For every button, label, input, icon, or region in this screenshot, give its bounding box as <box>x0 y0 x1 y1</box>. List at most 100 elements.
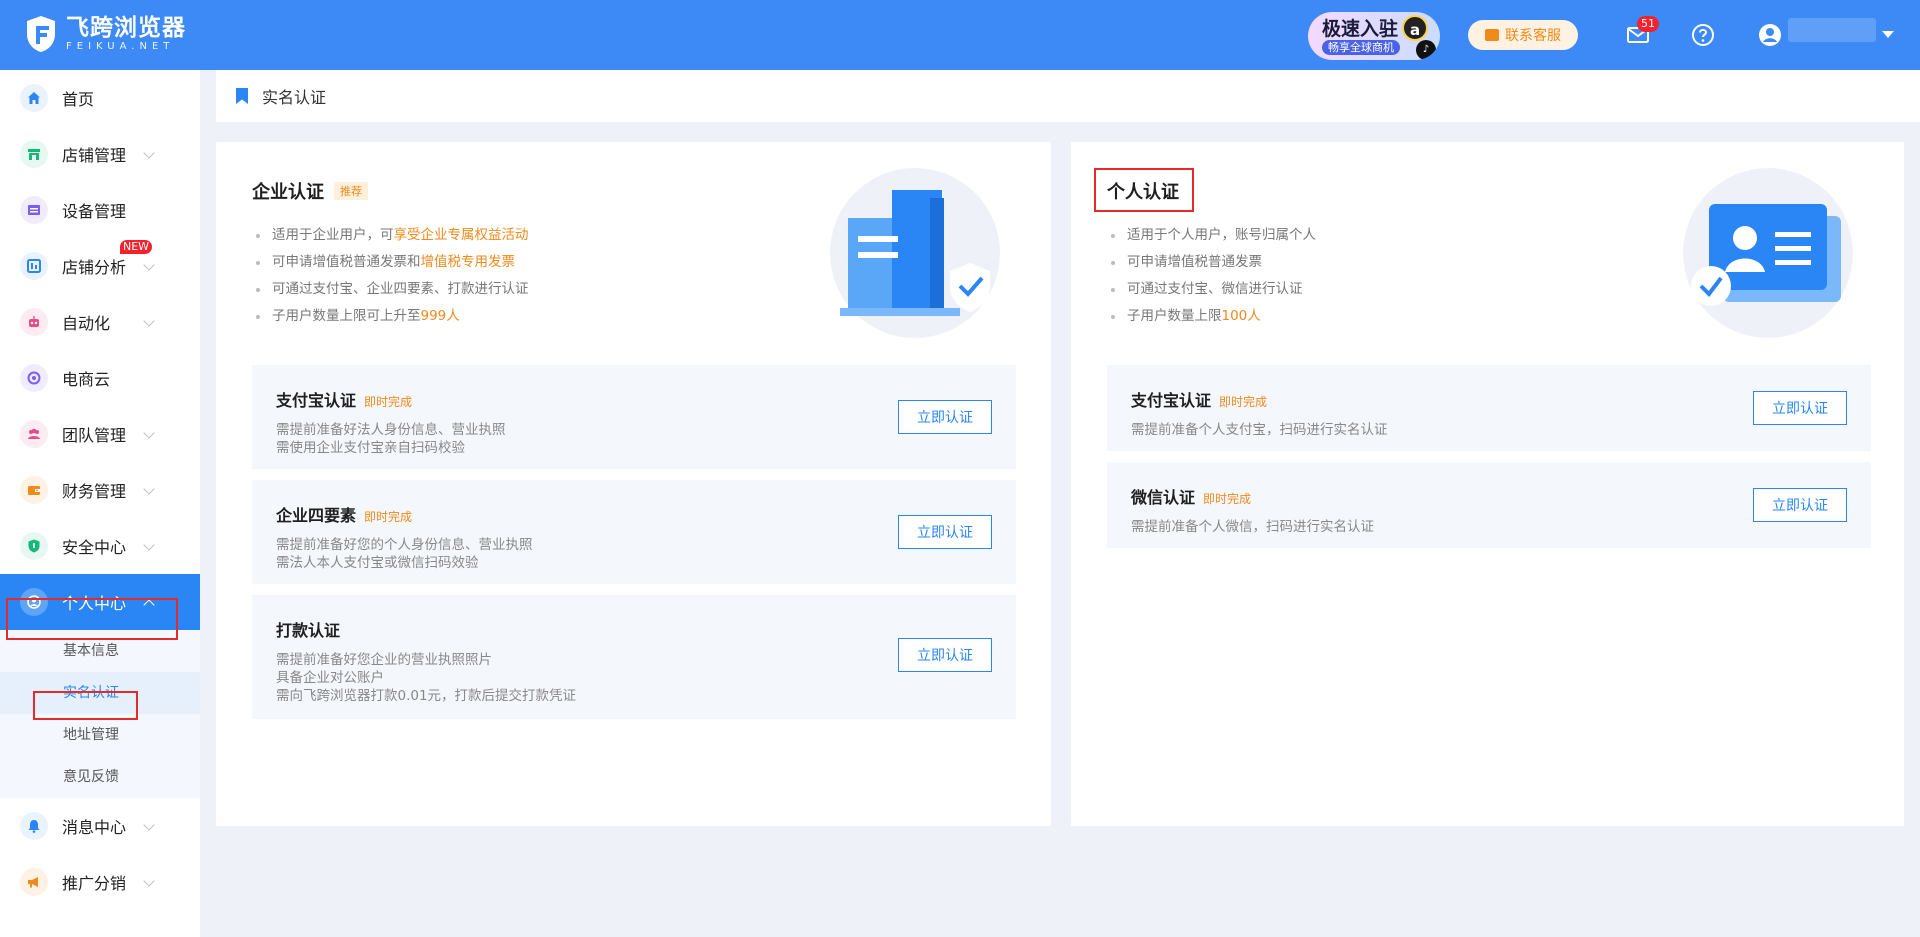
sidebar-item-finance[interactable]: 财务管理 <box>0 462 200 518</box>
method-title: 打款认证 <box>276 621 341 640</box>
sidebar-item-automation[interactable]: 自动化 <box>0 294 200 350</box>
sidebar-item-security[interactable]: 安全中心 <box>0 518 200 574</box>
robot-icon <box>20 308 48 336</box>
breadcrumb: 实名认证 <box>216 70 1920 122</box>
submenu-item-address[interactable]: 地址管理 <box>0 714 200 756</box>
sidebar-item-label: 财务管理 <box>62 482 127 501</box>
list-item: 适用于企业用户，可享受企业专属权益活动 <box>252 222 529 249</box>
enterprise-benefits-list: 适用于企业用户，可享受企业专属权益活动 可申请增值税普通发票和增值税专用发票 可… <box>252 222 529 330</box>
logo-shield-icon <box>24 14 58 54</box>
chevron-down-icon <box>143 875 155 887</box>
chevron-down-icon <box>143 819 155 831</box>
team-icon <box>20 420 48 448</box>
verify-now-button[interactable]: 立即认证 <box>1753 488 1847 522</box>
verify-now-button[interactable]: 立即认证 <box>1753 391 1847 425</box>
sidebar-item-home[interactable]: 首页 <box>0 70 200 126</box>
personal-title: 个人认证 <box>1107 178 1179 204</box>
megaphone-icon <box>20 868 48 896</box>
amazon-icon: a <box>1402 15 1428 41</box>
personal-verification-card: 个人认证 适用于个人用户，账号归属个人 可申请增值税普通发票 可通过支付宝、微信… <box>1071 142 1904 826</box>
sidebar-item-ecommerce-cloud[interactable]: 电商云 <box>0 350 200 406</box>
method-desc-line: 具备企业对公账户 <box>276 670 384 686</box>
submenu-item-basic-info[interactable]: 基本信息 <box>0 630 200 672</box>
method-desc-line: 需提前准备个人支付宝，扫码进行实名认证 <box>1131 422 1388 438</box>
list-item: 子用户数量上限可上升至999人 <box>252 303 529 330</box>
logo-subtitle: FEIKUA.NET <box>66 41 175 52</box>
sidebar-item-team[interactable]: 团队管理 <box>0 406 200 462</box>
promo-banner[interactable]: 极速入驻 畅享全球商机 a ♪ <box>1308 12 1440 60</box>
sidebar-item-store[interactable]: 店铺管理 <box>0 126 200 182</box>
list-item: 适用于个人用户，账号归属个人 <box>1107 222 1316 249</box>
sidebar-item-analytics[interactable]: 店铺分析 NEW <box>0 238 200 294</box>
list-item: 可申请增值税普通发票和增值税专用发票 <box>252 249 529 276</box>
verify-now-button[interactable]: 立即认证 <box>898 400 992 434</box>
submenu-item-real-name[interactable]: 实名认证 <box>0 672 200 714</box>
contact-service-label: 联系客服 <box>1505 28 1561 44</box>
sidebar-item-label: 推广分销 <box>62 874 127 893</box>
chevron-down-icon <box>143 427 155 439</box>
new-badge: NEW <box>120 240 153 254</box>
verify-now-button[interactable]: 立即认证 <box>898 515 992 549</box>
page-title: 实名认证 <box>262 88 327 107</box>
method-desc-line: 需提前准备好您企业的营业执照照片 <box>276 652 492 668</box>
sidebar-item-label: 团队管理 <box>62 426 127 445</box>
method-desc-line: 需法人本人支付宝或微信扫码效验 <box>276 555 479 571</box>
instant-tag: 即时完成 <box>364 510 413 524</box>
list-item: 可通过支付宝、企业四要素、打款进行认证 <box>252 276 529 303</box>
instant-tag: 即时完成 <box>364 395 413 409</box>
verify-now-button[interactable]: 立即认证 <box>898 638 992 672</box>
chevron-down-icon <box>143 539 155 551</box>
shield-icon <box>20 532 48 560</box>
instant-tag: 即时完成 <box>1203 492 1252 506</box>
method-title: 支付宝认证 <box>1131 391 1212 410</box>
user-avatar-icon[interactable] <box>1757 22 1783 48</box>
personal-benefits-list: 适用于个人用户，账号归属个人 可申请增值税普通发票 可通过支付宝、微信进行认证 … <box>1107 222 1316 330</box>
logo-title: 飞跨浏览器 <box>66 15 186 41</box>
sidebar-item-label: 安全中心 <box>62 538 127 557</box>
sidebar-item-label: 自动化 <box>62 314 111 333</box>
chevron-down-icon <box>143 147 155 159</box>
enterprise-title-text: 企业认证 <box>252 182 324 203</box>
method-title: 支付宝认证 <box>276 391 357 410</box>
sidebar-item-messages[interactable]: 消息中心 <box>0 798 200 854</box>
sidebar-item-device[interactable]: 设备管理 <box>0 182 200 238</box>
cloud-icon <box>20 364 48 392</box>
instant-tag: 即时完成 <box>1219 395 1268 409</box>
contact-service-button[interactable]: 联系客服 <box>1468 20 1578 50</box>
submenu-item-feedback[interactable]: 意见反馈 <box>0 756 200 798</box>
mail-badge: 51 <box>1637 16 1659 32</box>
personal-title-text: 个人认证 <box>1107 182 1179 203</box>
chat-icon <box>1485 23 1499 41</box>
chevron-down-icon <box>143 315 155 327</box>
bell-icon <box>20 812 48 840</box>
sidebar-item-label: 店铺分析 <box>62 258 127 277</box>
user-menu-caret-icon[interactable] <box>1882 31 1894 38</box>
sidebar-item-label: 首页 <box>62 90 95 109</box>
analytics-icon <box>20 252 48 280</box>
list-item: 可申请增值税普通发票 <box>1107 249 1316 276</box>
enterprise-title: 企业认证 推荐 <box>252 178 368 204</box>
enterprise-verification-card: 企业认证 推荐 适用于企业用户，可享受企业专属权益活动 可申请增值税普通发票和增… <box>216 142 1051 826</box>
list-item: 可通过支付宝、微信进行认证 <box>1107 276 1316 303</box>
tiktok-icon: ♪ <box>1416 40 1436 60</box>
personal-id-card-illustration <box>1683 168 1853 338</box>
wallet-icon <box>20 476 48 504</box>
device-icon <box>20 196 48 224</box>
help-icon[interactable] <box>1690 22 1716 48</box>
method-title: 企业四要素 <box>276 506 357 525</box>
sidebar-item-promotion[interactable]: 推广分销 <box>0 854 200 910</box>
chevron-down-icon <box>143 483 155 495</box>
user-name[interactable] <box>1788 18 1876 42</box>
method-desc-line: 需使用企业支付宝亲自扫码校验 <box>276 440 465 456</box>
store-icon <box>20 140 48 168</box>
personal-center-submenu: 基本信息 实名认证 地址管理 意见反馈 <box>0 630 200 798</box>
logo[interactable]: 飞跨浏览器 FEIKUA.NET <box>24 14 186 54</box>
sidebar-item-personal-center[interactable]: 个人中心 <box>0 574 200 630</box>
recommend-tag: 推荐 <box>334 182 368 200</box>
method-four-elements: 企业四要素 即时完成 需提前准备好您的个人身份信息、营业执照 需法人本人支付宝或微… <box>252 480 1016 584</box>
method-title: 微信认证 <box>1131 488 1196 507</box>
sidebar-item-label: 消息中心 <box>62 818 127 837</box>
sidebar: 首页 店铺管理 设备管理 店铺分析 NEW 自动化 电商云 团队管理 财务管理 … <box>0 70 200 937</box>
top-header: 飞跨浏览器 FEIKUA.NET 极速入驻 畅享全球商机 a ♪ 联系客服 51 <box>0 0 1920 70</box>
method-desc-line: 需提前准备好您的个人身份信息、营业执照 <box>276 537 533 553</box>
